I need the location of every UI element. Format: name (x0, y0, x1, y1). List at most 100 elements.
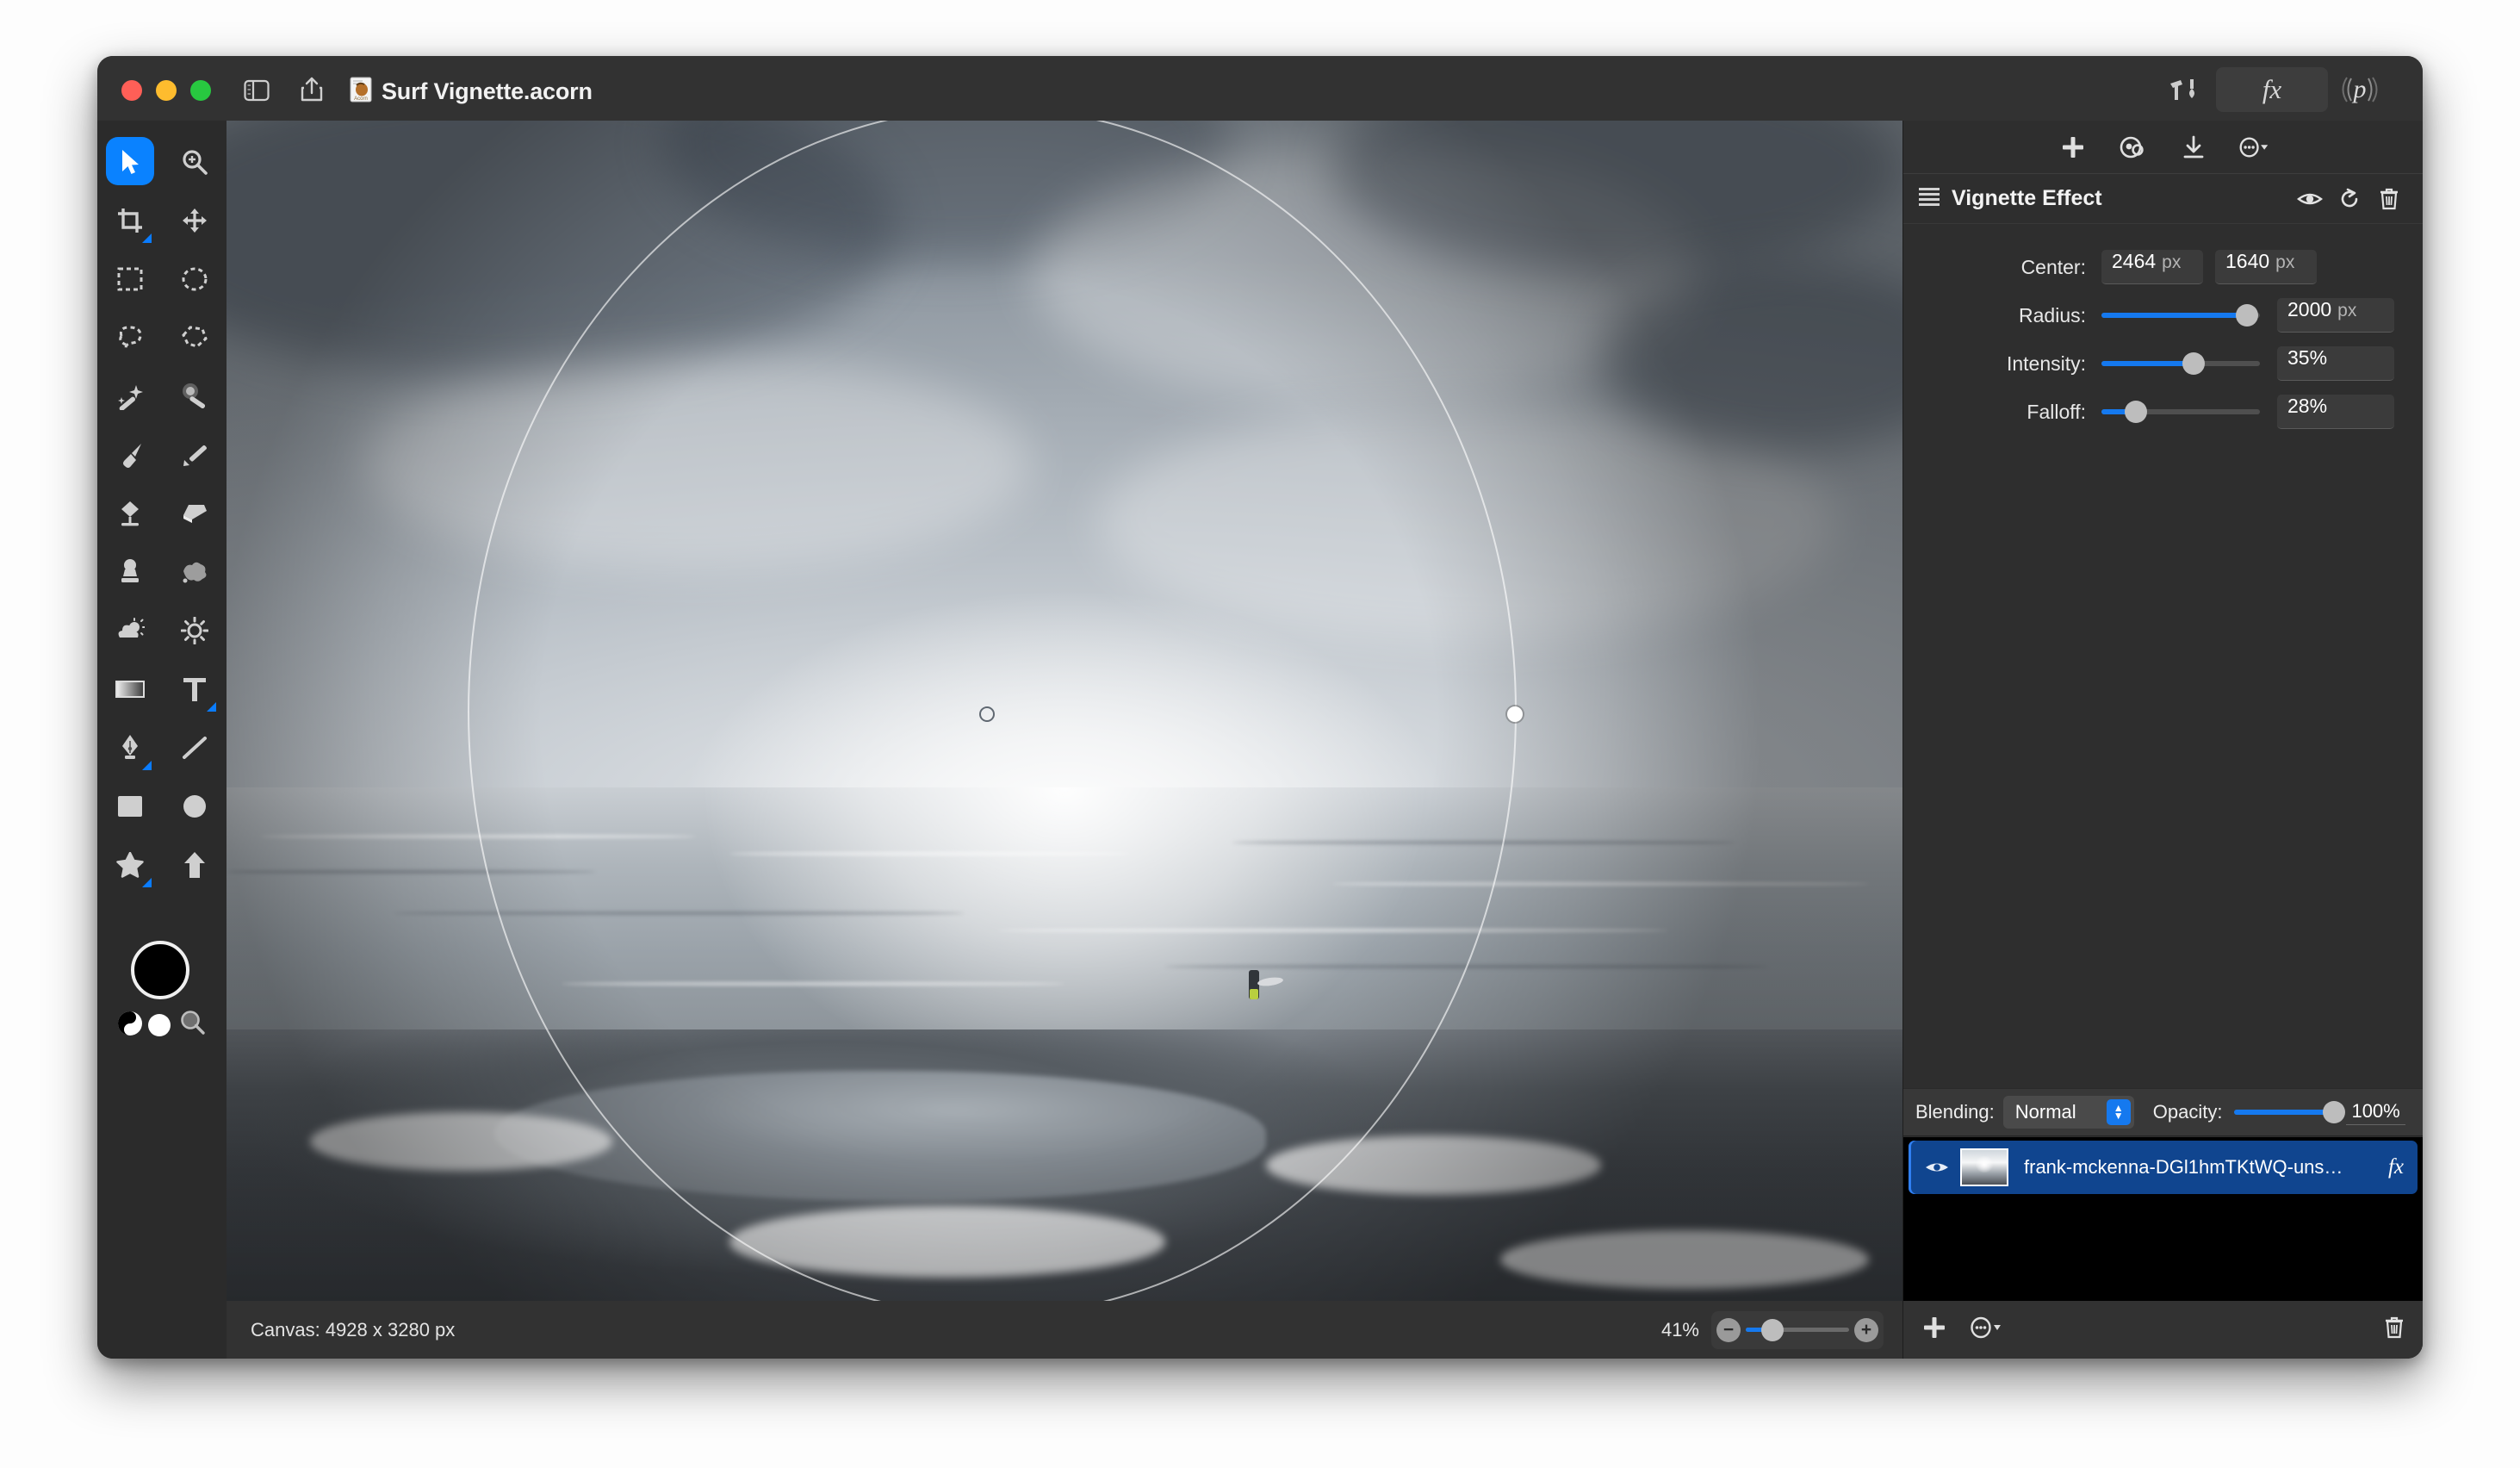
center-x-input[interactable]: 2464 px (2101, 250, 2203, 284)
line-tool[interactable] (162, 718, 227, 777)
acorn-app-window: Acorn Surf Vignette.acorn fx (97, 56, 2423, 1359)
ellipse-shape-tool[interactable] (162, 777, 227, 836)
fx-icon[interactable]: fx (2216, 67, 2328, 112)
tools-icon[interactable] (2152, 67, 2216, 112)
opacity-slider-fill (2234, 1110, 2334, 1115)
brightness-tool[interactable] (162, 601, 227, 660)
tool-palette (97, 121, 227, 1359)
pencil-tool[interactable] (162, 426, 227, 484)
layer-row[interactable]: frank-mckenna-DGl1hmTKtWQ-uns… fx (1909, 1141, 2418, 1194)
opacity-value[interactable]: 100% (2346, 1100, 2405, 1125)
rectangular-select-tool[interactable] (97, 250, 162, 308)
falloff-label: Falloff: (1903, 401, 2101, 424)
radius-slider-fill (2101, 313, 2247, 318)
radius-slider-knob[interactable] (2236, 304, 2258, 327)
center-y-unit: px (2275, 252, 2294, 273)
eye-icon[interactable] (2295, 184, 2324, 214)
palette-icon[interactable]: p (2328, 67, 2392, 112)
zoom-tool[interactable] (162, 133, 227, 191)
falloff-slider-knob[interactable] (2125, 401, 2147, 423)
document-title: Surf Vignette.acorn (382, 78, 593, 105)
canvas-size-label: Canvas: 4928 x 3280 px (251, 1319, 455, 1341)
radius-label: Radius: (1903, 304, 2101, 327)
opacity-slider[interactable] (2234, 1095, 2334, 1129)
layer-options-icon[interactable] (1969, 1316, 2003, 1344)
falloff-value: 28% (2287, 395, 2327, 418)
window-titlebar: Acorn Surf Vignette.acorn fx (97, 56, 2423, 121)
intensity-slider-knob[interactable] (2182, 352, 2205, 375)
inspector-panel: Vignette Effect (1902, 121, 2423, 1359)
paint-brush-tool[interactable] (97, 426, 162, 484)
blending-bar: Blending: Normal ▲▼ Opacity: 100% (1903, 1088, 2423, 1136)
zoom-out-button[interactable]: − (1716, 1318, 1741, 1342)
layer-visibility-icon[interactable] (1922, 1159, 1952, 1176)
smudge-tool[interactable] (162, 543, 227, 601)
color-picker-icon[interactable] (180, 1010, 206, 1040)
effect-header: Vignette Effect (1903, 174, 2423, 224)
layer-list[interactable]: frank-mckenna-DGl1hmTKtWQ-uns… fx (1903, 1137, 2423, 1301)
radius-slider[interactable] (2101, 298, 2260, 333)
drag-handle-icon[interactable] (1919, 187, 1940, 210)
canvas-area[interactable] (227, 121, 1902, 1301)
document-image (227, 121, 1902, 1301)
zoom-controls: 41% − + (1649, 1301, 1884, 1359)
instant-alpha-tool[interactable] (162, 367, 227, 426)
text-tool[interactable] (162, 660, 227, 718)
arrow-shape-tool[interactable] (162, 836, 227, 894)
lasso-select-tool[interactable] (97, 308, 162, 367)
layer-fx-icon[interactable]: fx (2388, 1155, 2404, 1179)
filter-presets-icon[interactable] (2118, 132, 2149, 163)
polygon-select-tool[interactable] (162, 308, 227, 367)
add-filter-icon[interactable] (2058, 132, 2089, 163)
eraser-tool[interactable] (162, 484, 227, 543)
intensity-slider[interactable] (2101, 346, 2260, 381)
layer-name[interactable]: frank-mckenna-DGl1hmTKtWQ-uns… (2024, 1156, 2388, 1179)
maximize-window-button[interactable] (190, 80, 211, 101)
zoom-in-button[interactable]: + (1854, 1318, 1878, 1342)
zoom-slider[interactable]: − + (1711, 1311, 1884, 1349)
radius-input[interactable]: 2000 px (2277, 298, 2394, 333)
elliptical-select-tool[interactable] (162, 250, 227, 308)
zoom-percent-label: 41% (1649, 1319, 1699, 1341)
rectangle-shape-tool[interactable] (97, 777, 162, 836)
star-shape-tool[interactable] (97, 836, 162, 894)
move-tool[interactable] (97, 133, 162, 191)
color-controls (116, 1006, 211, 1041)
default-colors-icon[interactable] (116, 1010, 144, 1042)
blending-mode-select[interactable]: Normal ▲▼ (2003, 1096, 2134, 1129)
blending-label: Blending: (1915, 1101, 1995, 1123)
zoom-slider-track[interactable] (1746, 1328, 1849, 1332)
share-icon[interactable] (300, 77, 324, 103)
magic-wand-tool[interactable] (97, 367, 162, 426)
center-y-input[interactable]: 1640 px (2215, 250, 2317, 284)
add-layer-icon[interactable] (1922, 1316, 1946, 1344)
trash-icon[interactable] (2374, 184, 2404, 214)
falloff-slider[interactable] (2101, 395, 2260, 429)
param-row-falloff: Falloff: 28% (1903, 388, 2423, 436)
intensity-input[interactable]: 35% (2277, 346, 2394, 381)
filter-toolbar (1903, 121, 2423, 174)
reset-icon[interactable] (2335, 184, 2364, 214)
background-color-icon[interactable] (147, 1013, 171, 1042)
paint-bucket-tool[interactable] (97, 484, 162, 543)
chevron-updown-icon[interactable]: ▲▼ (2107, 1099, 2131, 1125)
clone-stamp-tool[interactable] (97, 543, 162, 601)
vignette-center-handle[interactable] (979, 706, 995, 722)
zoom-slider-knob[interactable] (1761, 1319, 1784, 1341)
download-icon[interactable] (2178, 132, 2209, 163)
gradient-tool[interactable] (97, 660, 162, 718)
close-window-button[interactable] (121, 80, 142, 101)
opacity-slider-knob[interactable] (2323, 1101, 2345, 1123)
crop-tool[interactable] (97, 191, 162, 250)
falloff-input[interactable]: 28% (2277, 395, 2394, 429)
minimize-window-button[interactable] (156, 80, 177, 101)
foreground-color-well[interactable] (131, 941, 189, 999)
dodge-burn-tool[interactable] (97, 601, 162, 660)
transform-tool[interactable] (162, 191, 227, 250)
sidebar-toggle-icon[interactable] (244, 79, 270, 102)
delete-layer-icon[interactable] (2385, 1316, 2404, 1343)
center-y-value: 1640 (2225, 250, 2269, 273)
more-options-icon[interactable] (2238, 132, 2269, 163)
bezier-pen-tool[interactable] (97, 718, 162, 777)
status-bar: Canvas: 4928 x 3280 px 41% − + (227, 1301, 1902, 1359)
